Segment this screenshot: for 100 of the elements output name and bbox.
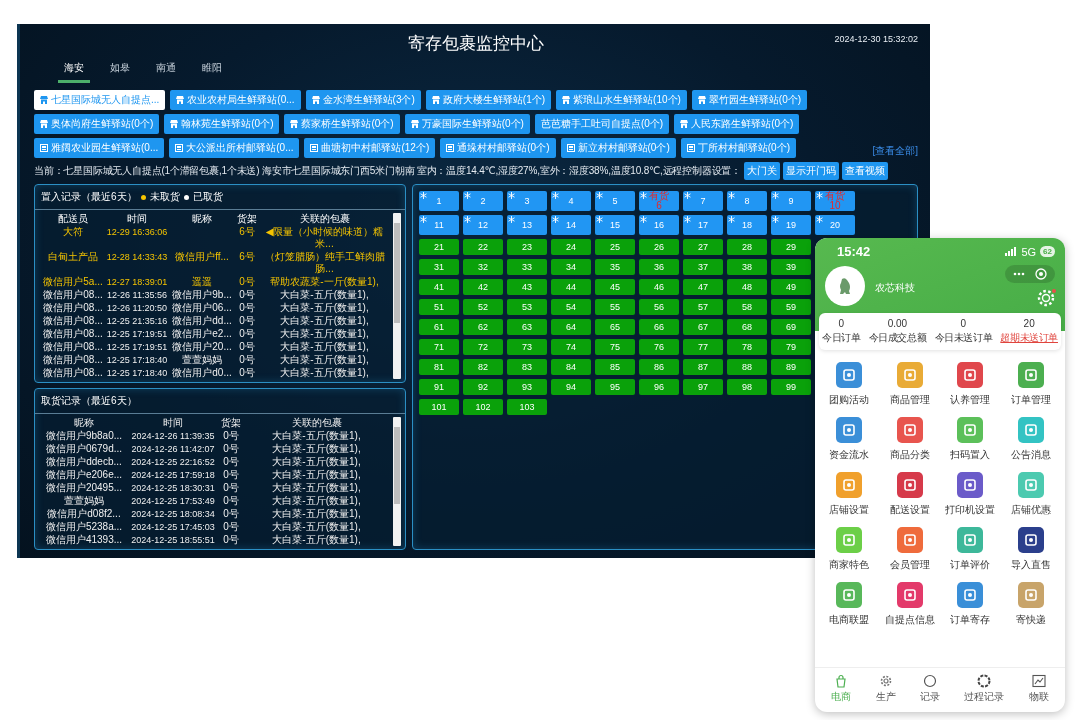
locker-cell[interactable]: 46 <box>639 279 679 295</box>
locker-cell[interactable]: 36 <box>639 259 679 275</box>
tile-icon[interactable] <box>896 362 923 388</box>
tile-icon[interactable] <box>1017 417 1044 443</box>
tile-icon[interactable] <box>836 582 863 608</box>
station-button[interactable]: 农业农村局生鲜驿站(0... <box>170 90 301 110</box>
locker-cell[interactable]: 54 <box>551 299 591 315</box>
locker-cell[interactable]: 76 <box>639 339 679 355</box>
station-button[interactable]: 芭芭糖手工吐司自提点(0个) <box>534 114 670 134</box>
station-button[interactable]: 雅阔农业园生鲜驿站(0... <box>34 138 165 158</box>
locker-cell[interactable]: 55 <box>595 299 635 315</box>
station-button[interactable]: 政府大楼生鲜驿站(1个) <box>425 90 552 110</box>
view-all-link[interactable]: [查看全部] <box>872 144 918 158</box>
locker-cell[interactable]: 98 <box>727 379 767 395</box>
menu-label[interactable]: 商品分类 <box>889 448 930 462</box>
nav-tab[interactable]: 过程记录 <box>964 674 1005 704</box>
locker-cell[interactable]: 37 <box>683 259 723 275</box>
locker-cell[interactable]: 86 <box>639 359 679 375</box>
locker-cell[interactable]: 51 <box>419 299 459 315</box>
menu-label[interactable]: 扫码置入 <box>950 448 991 462</box>
station-button[interactable]: 奥体尚府生鲜驿站(0个) <box>34 114 160 134</box>
locker-cell[interactable]: 42 <box>463 279 503 295</box>
locker-cell[interactable]: 24 <box>551 239 591 255</box>
locker-cell[interactable]: 32 <box>463 259 503 275</box>
locker-cell[interactable]: 9 <box>771 191 811 211</box>
locker-cell[interactable]: 65 <box>595 319 635 335</box>
menu-label[interactable]: 打印机设置 <box>945 503 996 517</box>
station-button[interactable]: 大公派出所村邮驿站(0... <box>169 138 300 158</box>
locker-cell[interactable]: 79 <box>771 339 811 355</box>
locker-cell[interactable]: 52 <box>463 299 503 315</box>
locker-cell[interactable]: 43 <box>507 279 547 295</box>
menu-label[interactable]: 商家特色 <box>829 558 870 572</box>
locker-cell[interactable]: 45 <box>595 279 635 295</box>
tile-icon[interactable] <box>1017 362 1044 388</box>
stat-link[interactable]: 超期未送订单 <box>1000 331 1058 345</box>
locker-cell[interactable]: 66 <box>639 319 679 335</box>
locker-cell[interactable]: 47 <box>683 279 723 295</box>
locker-cell[interactable]: 91 <box>419 379 459 395</box>
tile-icon[interactable] <box>957 472 984 498</box>
menu-label[interactable]: 配送设置 <box>889 503 930 517</box>
locker-cell[interactable]: 22 <box>463 239 503 255</box>
menu-label[interactable]: 电商联盟 <box>829 613 870 627</box>
locker-cell[interactable]: 101 <box>419 399 459 415</box>
locker-cell[interactable]: 8 <box>727 191 767 211</box>
menu-label[interactable]: 资金流水 <box>829 448 870 462</box>
station-button[interactable]: 通垛村村邮驿站(0个) <box>440 138 556 158</box>
locker-cell[interactable]: 29 <box>771 239 811 255</box>
locker-cell[interactable]: 2 <box>463 191 503 211</box>
locker-cell[interactable]: 3 <box>507 191 547 211</box>
locker-cell[interactable]: 26 <box>639 239 679 255</box>
locker-cell[interactable]: 7 <box>683 191 723 211</box>
locker-cell[interactable]: 19 <box>771 215 811 235</box>
nav-tab[interactable]: 电商 <box>831 674 852 704</box>
nav-tab[interactable]: 生产 <box>875 674 896 704</box>
station-button[interactable]: 万豪国际生鲜驿站(0个) <box>404 114 530 134</box>
locker-cell[interactable]: 38 <box>727 259 767 275</box>
locker-cell[interactable]: 67 <box>683 319 723 335</box>
locker-cell[interactable]: 56 <box>639 299 679 315</box>
menu-label[interactable]: 店铺优惠 <box>1010 503 1051 517</box>
locker-cell[interactable]: 75 <box>595 339 635 355</box>
locker-cell[interactable]: 20 <box>815 215 855 235</box>
locker-cell[interactable]: 62 <box>463 319 503 335</box>
locker-cell[interactable]: 34 <box>551 259 591 275</box>
locker-cell[interactable]: 39 <box>771 259 811 275</box>
target-icon[interactable] <box>1035 268 1047 280</box>
menu-label[interactable]: 公告消息 <box>1010 448 1051 462</box>
tile-icon[interactable] <box>957 527 984 553</box>
locker-cell[interactable]: 11 <box>419 215 459 235</box>
station-button[interactable]: 翠竹园生鲜驿站(0个) <box>691 90 808 110</box>
locker-cell[interactable]: 85 <box>595 359 635 375</box>
station-button[interactable]: 紫琅山水生鲜驿站(10个) <box>556 90 687 110</box>
locker-cell[interactable]: 48 <box>727 279 767 295</box>
station-button[interactable]: 新立村村邮驿站(0个) <box>560 138 676 158</box>
locker-cell[interactable]: 77 <box>683 339 723 355</box>
tile-icon[interactable] <box>957 582 984 608</box>
locker-cell[interactable]: 95 <box>595 379 635 395</box>
locker-cell[interactable]: 102 <box>463 399 503 415</box>
tile-icon[interactable] <box>957 417 984 443</box>
tile-icon[interactable] <box>1017 582 1044 608</box>
locker-cell[interactable]: 64 <box>551 319 591 335</box>
locker-cell[interactable]: 87 <box>683 359 723 375</box>
locker-cell[interactable]: 53 <box>507 299 547 315</box>
tile-icon[interactable] <box>1017 527 1044 553</box>
menu-label[interactable]: 店铺设置 <box>829 503 870 517</box>
locker-cell[interactable]: 89 <box>771 359 811 375</box>
locker-cell[interactable]: 81 <box>419 359 459 375</box>
menu-label[interactable]: 团购活动 <box>829 393 870 407</box>
locker-cell[interactable]: 92 <box>463 379 503 395</box>
locker-cell[interactable]: 25 <box>595 239 635 255</box>
nav-tab[interactable]: 物联 <box>1028 674 1049 704</box>
menu-label[interactable]: 订单管理 <box>1010 393 1051 407</box>
tile-icon[interactable] <box>1017 472 1044 498</box>
locker-cell[interactable]: 27 <box>683 239 723 255</box>
menu-label[interactable]: 会员管理 <box>889 558 930 572</box>
locker-cell[interactable]: 72 <box>463 339 503 355</box>
locker-cell[interactable]: 68 <box>727 319 767 335</box>
settings-icon[interactable] <box>1037 289 1055 307</box>
station-button[interactable]: 七星国际城无人自提点... <box>34 90 166 110</box>
menu-label[interactable]: 订单寄存 <box>950 613 991 627</box>
locker-cell[interactable]: 59 <box>771 299 811 315</box>
